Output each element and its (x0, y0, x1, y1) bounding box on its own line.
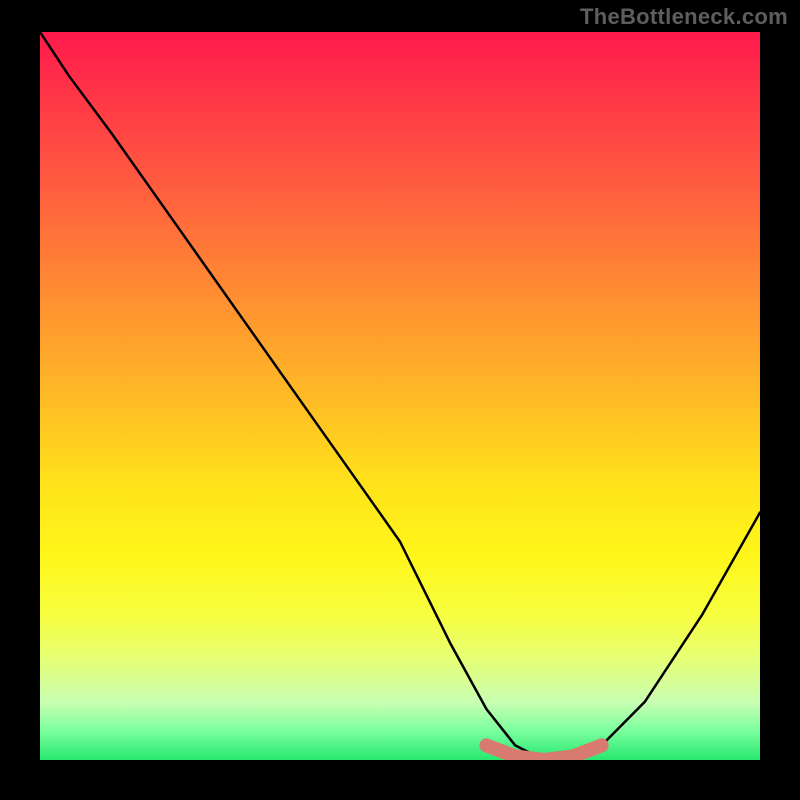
bottleneck-curve-line (40, 32, 760, 760)
watermark-text: TheBottleneck.com (580, 4, 788, 30)
curve-layer (40, 32, 760, 760)
chart-frame: TheBottleneck.com (0, 0, 800, 800)
valley-highlight (486, 745, 601, 760)
